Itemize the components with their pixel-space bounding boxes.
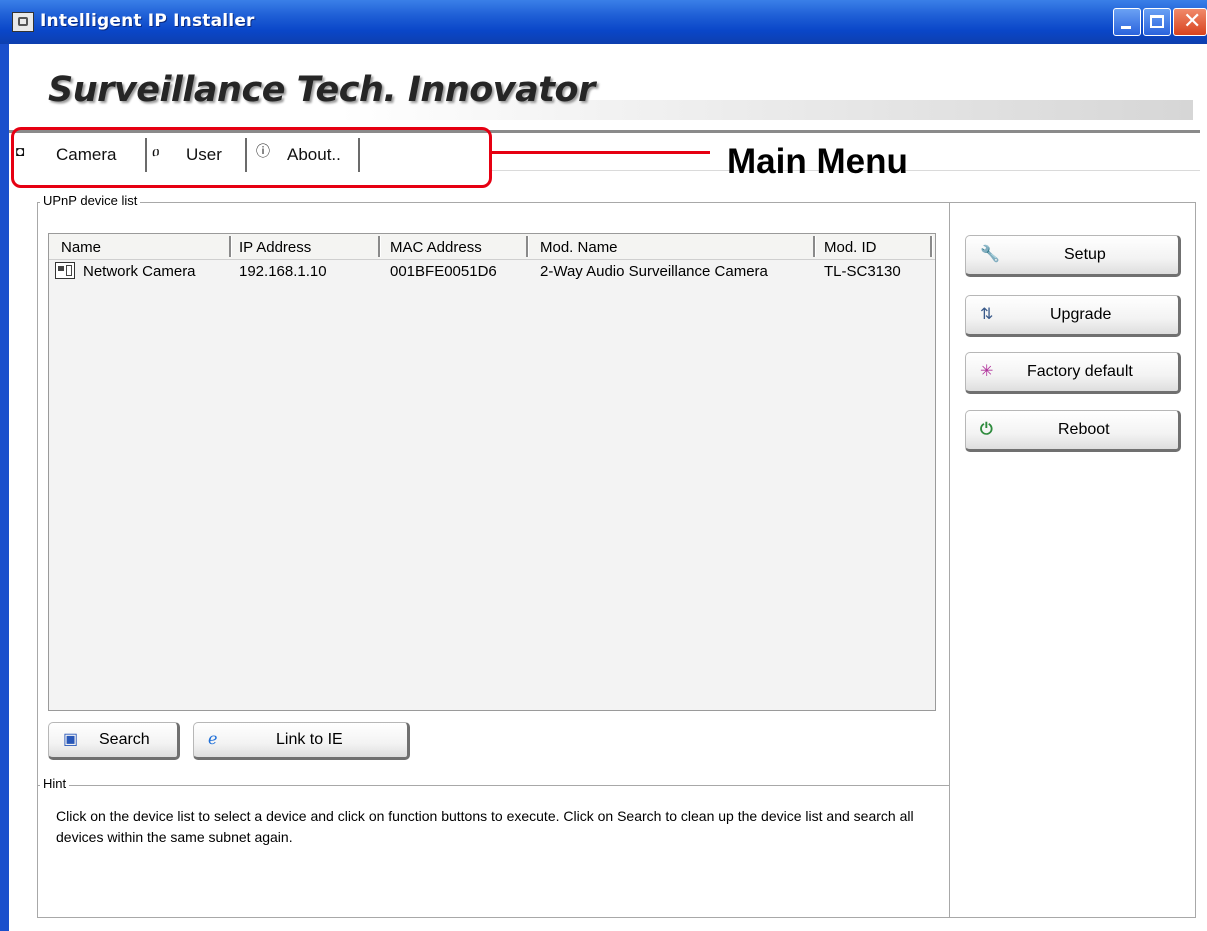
- column-header-mac[interactable]: MAC Address: [390, 239, 482, 256]
- hint-divider: [37, 785, 950, 786]
- link-to-ie-button-label: Link to IE: [276, 731, 343, 748]
- callout-line: [492, 151, 710, 154]
- ie-icon: ℯ: [208, 731, 218, 748]
- column-header-ip[interactable]: IP Address: [239, 239, 311, 256]
- power-icon: ⏻: [980, 421, 993, 438]
- window-title: Intelligent IP Installer: [40, 11, 255, 31]
- cell-mac: 001BFE0051D6: [390, 263, 497, 280]
- upgrade-icon: ⇅: [980, 306, 994, 323]
- upgrade-button-label: Upgrade: [1050, 306, 1112, 323]
- app-icon: [12, 12, 34, 32]
- hint-label: Hint: [40, 776, 70, 791]
- wrench-icon: 🔧: [980, 246, 1000, 263]
- maximize-button[interactable]: [1143, 8, 1171, 36]
- factory-reset-icon: ✳: [980, 363, 994, 380]
- minimize-button[interactable]: [1113, 8, 1141, 36]
- column-divider[interactable]: [930, 236, 933, 257]
- column-divider[interactable]: [229, 236, 232, 257]
- column-divider[interactable]: [813, 236, 816, 257]
- reboot-button[interactable]: ⏻ Reboot: [965, 410, 1181, 452]
- app-window: Intelligent IP Installer ✕ Surveillance …: [0, 0, 1207, 931]
- link-to-ie-button[interactable]: ℯ Link to IE: [193, 722, 410, 760]
- column-divider[interactable]: [378, 236, 381, 257]
- hint-text: Click on the device list to select a dev…: [56, 808, 914, 845]
- device-list-group-label: UPnP device list: [40, 193, 141, 208]
- main-menu-highlight: [11, 127, 492, 188]
- setup-button[interactable]: 🔧 Setup: [965, 235, 1181, 277]
- main-menu-callout: Main Menu: [727, 142, 908, 181]
- device-list[interactable]: Name IP Address MAC Address Mod. Name Mo…: [48, 233, 936, 711]
- cell-name: Network Camera: [83, 263, 196, 280]
- setup-button-label: Setup: [1064, 246, 1106, 263]
- search-icon: ▣: [63, 731, 79, 748]
- window-right-border: [1200, 44, 1207, 931]
- cell-mod-name: 2-Way Audio Surveillance Camera: [540, 263, 768, 280]
- title-bar[interactable]: Intelligent IP Installer ✕: [0, 0, 1207, 44]
- network-camera-icon: [55, 262, 75, 279]
- close-icon: ✕: [1183, 9, 1202, 34]
- cell-ip: 192.168.1.10: [239, 263, 327, 280]
- cell-mod-id: TL-SC3130: [824, 263, 901, 280]
- upgrade-button[interactable]: ⇅ Upgrade: [965, 295, 1181, 337]
- column-divider[interactable]: [526, 236, 529, 257]
- column-header-mod-id[interactable]: Mod. ID: [824, 239, 877, 256]
- window-left-border: [0, 44, 9, 931]
- factory-default-button-label: Factory default: [1027, 363, 1133, 380]
- device-list-header: Name IP Address MAC Address Mod. Name Mo…: [49, 234, 935, 260]
- search-button-label: Search: [99, 731, 150, 748]
- factory-default-button[interactable]: ✳ Factory default: [965, 352, 1181, 394]
- column-header-mod-name[interactable]: Mod. Name: [540, 239, 618, 256]
- table-row[interactable]: Network Camera 192.168.1.10 001BFE0051D6…: [49, 260, 935, 282]
- brand-slogan: Surveillance Tech. Innovator: [48, 70, 595, 110]
- column-header-name[interactable]: Name: [61, 239, 101, 256]
- close-button[interactable]: ✕: [1173, 8, 1207, 36]
- reboot-button-label: Reboot: [1058, 421, 1110, 438]
- search-button[interactable]: ▣ Search: [48, 722, 180, 760]
